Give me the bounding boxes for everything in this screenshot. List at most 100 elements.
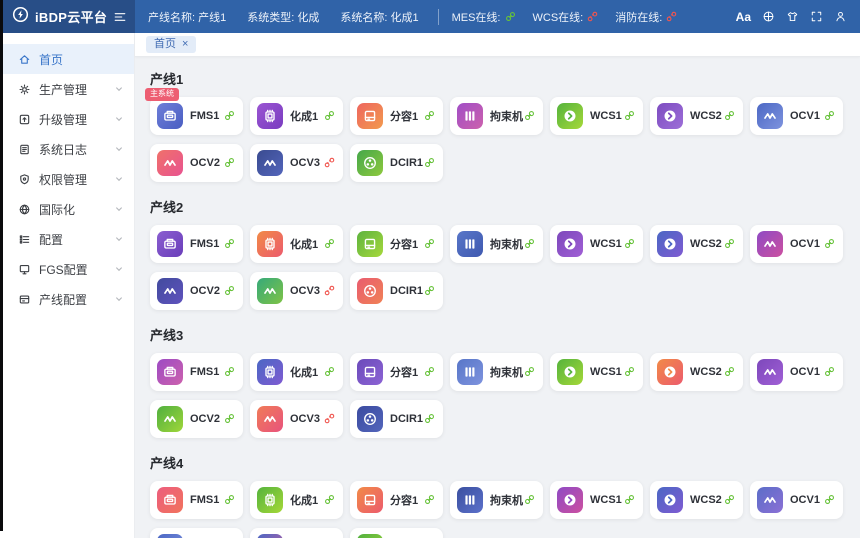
link-icon (524, 238, 535, 249)
system-card[interactable]: 化成1 (250, 97, 343, 135)
system-card[interactable]: FMS1 (150, 481, 243, 519)
system-card[interactable]: OCV1 (750, 481, 843, 519)
section-title: 产线1 (150, 69, 845, 88)
system-card[interactable]: OCV2 (150, 528, 243, 538)
system-name: 拘束机 (490, 236, 524, 252)
tab-home[interactable]: 首页 × (146, 36, 196, 53)
system-card[interactable]: 拘束机 (450, 481, 543, 519)
fullscreen-button[interactable] (810, 10, 823, 23)
link-icon (824, 366, 835, 377)
chevron-down-icon (114, 114, 124, 124)
chip-icon (257, 359, 283, 385)
content-area: 首页 × 产线1 FMS1 主系统 化成1 分容1 拘束机 WCS1 WCS2 (135, 33, 860, 538)
system-name: DCIR1 (390, 157, 424, 169)
box-icon (357, 487, 383, 513)
sidebar-item-i18n[interactable]: 国际化 (0, 194, 134, 224)
language-button[interactable] (762, 10, 775, 23)
sidebar-item-home[interactable]: 首页 (0, 44, 134, 74)
card-grid: FMS1 化成1 分容1 拘束机 WCS1 WCS2 OCV1 OCV2 (150, 353, 845, 438)
system-card[interactable]: FMS1 (150, 353, 243, 391)
system-card[interactable]: DCIR1 (350, 272, 443, 310)
sidebar-item-lineconfig[interactable]: 产线配置 (0, 284, 134, 314)
collapse-menu-icon[interactable] (113, 10, 127, 24)
system-name: OCV3 (290, 413, 324, 425)
system-card[interactable]: 拘束机 (450, 97, 543, 135)
sidebar-item-config[interactable]: 配置 (0, 224, 134, 254)
system-card[interactable]: OCV1 (750, 97, 843, 135)
system-card[interactable]: DCIR1 (350, 528, 443, 538)
system-card[interactable]: OCV1 (750, 353, 843, 391)
link-icon (524, 494, 535, 505)
link-icon (424, 285, 435, 296)
system-card[interactable]: OCV3 (250, 144, 343, 182)
system-card[interactable]: WCS1 (550, 481, 643, 519)
top-header: iBDP云平台 产线名称: 产线1系统类型: 化成系统名称: 化成1 MES在线… (0, 0, 860, 33)
header-info-item: 系统名称: 化成1 (340, 9, 418, 25)
config-icon (18, 233, 31, 246)
system-card[interactable]: OCV2 (150, 272, 243, 310)
link-icon (324, 366, 335, 377)
system-card[interactable]: 分容1 (350, 97, 443, 135)
system-card[interactable]: OCV2 (150, 400, 243, 438)
system-name: 分容1 (390, 364, 424, 380)
system-name: FMS1 (190, 494, 224, 506)
system-card[interactable]: 化成1 (250, 353, 343, 391)
system-card[interactable]: WCS2 (650, 481, 743, 519)
system-name: WCS1 (590, 238, 624, 250)
system-name: WCS2 (690, 238, 724, 250)
theme-button[interactable] (786, 10, 799, 23)
ocv-icon (757, 103, 783, 129)
system-card[interactable]: 分容1 (350, 481, 443, 519)
ocv-icon (257, 278, 283, 304)
link-icon (224, 494, 235, 505)
user-button[interactable] (834, 10, 847, 23)
wcs-icon (557, 103, 583, 129)
box-icon (357, 103, 383, 129)
system-card[interactable]: FMS1 (150, 225, 243, 263)
system-card[interactable]: WCS1 (550, 225, 643, 263)
system-card[interactable]: FMS1 主系统 (150, 97, 243, 135)
link-icon (224, 366, 235, 377)
system-card[interactable]: 化成1 (250, 225, 343, 263)
system-card[interactable]: 化成1 (250, 481, 343, 519)
system-card[interactable]: WCS1 (550, 353, 643, 391)
box-icon (357, 231, 383, 257)
sidebar-item-upgrade[interactable]: 升级管理 (0, 104, 134, 134)
system-name: OCV2 (190, 285, 224, 297)
sidebar-item-permission[interactable]: 权限管理 (0, 164, 134, 194)
system-name: DCIR1 (390, 413, 424, 425)
chevron-down-icon (114, 264, 124, 274)
chip-icon (257, 487, 283, 513)
system-card[interactable]: WCS2 (650, 97, 743, 135)
font-size-button[interactable]: Aa (736, 11, 751, 23)
system-card[interactable]: OCV3 (250, 528, 343, 538)
system-card[interactable]: OCV1 (750, 225, 843, 263)
system-card[interactable]: 分容1 (350, 353, 443, 391)
ocv-icon (257, 150, 283, 176)
system-name: WCS1 (590, 366, 624, 378)
tab-close-icon[interactable]: × (182, 39, 188, 50)
link-icon (824, 110, 835, 121)
link-icon (624, 366, 635, 377)
system-card[interactable]: 分容1 (350, 225, 443, 263)
system-card[interactable]: OCV3 (250, 272, 343, 310)
chevron-down-icon (114, 174, 124, 184)
ocv-icon (157, 534, 183, 538)
system-card[interactable]: WCS2 (650, 225, 743, 263)
system-card[interactable]: DCIR1 (350, 144, 443, 182)
system-card[interactable]: OCV2 (150, 144, 243, 182)
sidebar-item-log[interactable]: 系统日志 (0, 134, 134, 164)
system-card[interactable]: OCV3 (250, 400, 343, 438)
wcs-icon (657, 103, 683, 129)
link-icon (324, 110, 335, 121)
system-card[interactable]: 拘束机 (450, 225, 543, 263)
system-card[interactable]: WCS2 (650, 353, 743, 391)
broken-link-icon (324, 157, 335, 168)
system-card[interactable]: 拘束机 (450, 353, 543, 391)
books-icon (457, 231, 483, 257)
sidebar-item-fgs[interactable]: FGS配置 (0, 254, 134, 284)
sidebar-item-production[interactable]: 生产管理 (0, 74, 134, 104)
card-grid: FMS1 主系统 化成1 分容1 拘束机 WCS1 WCS2 OCV1 OCV2 (150, 97, 845, 182)
system-card[interactable]: DCIR1 (350, 400, 443, 438)
system-card[interactable]: WCS1 (550, 97, 643, 135)
